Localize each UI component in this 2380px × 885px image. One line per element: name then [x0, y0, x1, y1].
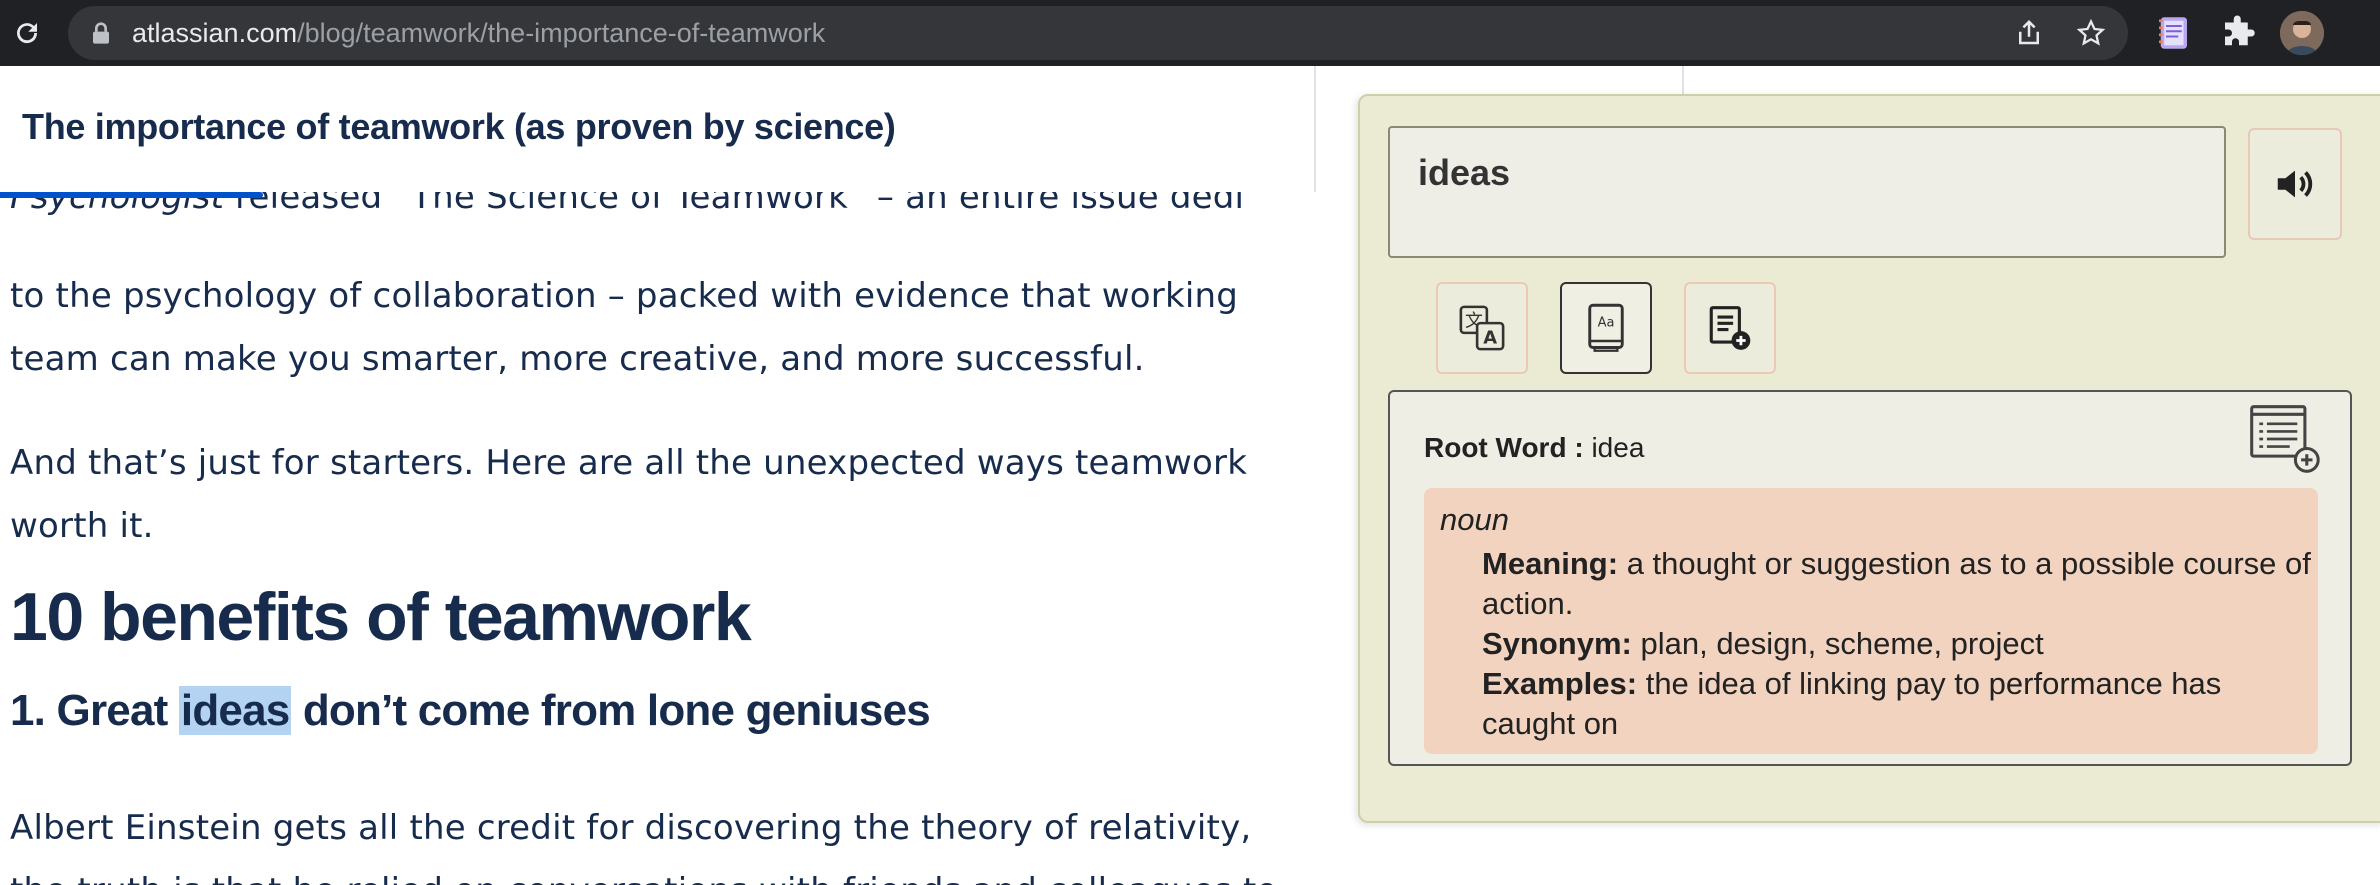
pronounce-button[interactable]	[2248, 128, 2342, 240]
synonym-row: Synonym: plan, design, scheme, project	[1482, 624, 2312, 664]
reload-button[interactable]	[6, 12, 48, 54]
paragraph-line: team can make you smarter, more creative…	[10, 339, 1145, 379]
dictionary-popup: ideas 文 A Aa Root Word: idea noun Meani…	[1358, 94, 2380, 823]
subheading-text: don’t come from lone geniuses	[291, 686, 931, 735]
root-word-label: Root Word :	[1424, 432, 1584, 463]
share-icon[interactable]	[2014, 18, 2044, 48]
url-path: /blog/teamwork/the-importance-of-teamwor…	[297, 18, 826, 48]
extension-notebook-icon[interactable]	[2152, 12, 2194, 54]
lock-icon	[93, 22, 109, 44]
address-bar[interactable]: atlassian.com/blog/teamwork/the-importan…	[68, 6, 2128, 60]
avatar-icon	[2280, 11, 2324, 55]
selected-word[interactable]: ideas	[178, 686, 292, 735]
svg-text:Aa: Aa	[1598, 315, 1615, 330]
meaning-row: Meaning: a thought or suggestion as to a…	[1482, 544, 2312, 624]
lookup-word: ideas	[1418, 152, 1511, 193]
definition-panel: Root Word : idea noun Meaning: a thought…	[1388, 390, 2352, 766]
speaker-icon	[2277, 170, 2313, 198]
url-host: atlassian.com	[132, 18, 298, 48]
save-word-button[interactable]	[2246, 402, 2322, 476]
section-heading: 10 benefits of teamwork	[10, 579, 752, 655]
browser-toolbar: atlassian.com/blog/teamwork/the-importan…	[0, 0, 2380, 66]
root-word-row: Root Word : idea	[1424, 432, 1644, 464]
sense-card: noun Meaning: a thought or suggestion as…	[1424, 488, 2318, 754]
meaning-label: Meaning:	[1482, 546, 1619, 581]
translate-icon: 文 A	[1459, 305, 1505, 351]
paragraph-line: And that’s just for starters. Here are a…	[10, 443, 1248, 483]
synonym-label: Synonym:	[1482, 626, 1632, 661]
add-to-list-button[interactable]	[1684, 282, 1776, 374]
part-of-speech: noun	[1440, 502, 1509, 537]
save-list-icon	[2250, 405, 2320, 473]
url-text[interactable]: atlassian.com/blog/teamwork/the-importan…	[132, 6, 825, 60]
paragraph-line: Albert Einstein gets all the credit for …	[10, 808, 1252, 848]
dictionary-button[interactable]: Aa	[1560, 282, 1652, 374]
reading-progress-fill	[0, 192, 263, 198]
sticky-article-header: The importance of teamwork (as proven by…	[0, 66, 1316, 192]
svg-text:A: A	[1483, 327, 1497, 348]
puzzle-extensions-icon[interactable]	[2218, 12, 2260, 54]
bookmark-star-icon[interactable]	[2076, 18, 2106, 48]
dictionary-book-icon: Aa	[1588, 303, 1624, 352]
profile-avatar[interactable]	[2280, 11, 2324, 55]
reading-progress-bar	[0, 192, 1314, 198]
paragraph-line: worth it.	[10, 506, 154, 546]
lookup-word-field[interactable]: ideas	[1388, 126, 2226, 258]
examples-label: Examples:	[1482, 666, 1638, 701]
subheading: 1. Great ideas don’t come from lone geni…	[10, 686, 931, 736]
sticky-title: The importance of teamwork (as proven by…	[22, 106, 896, 147]
reload-icon	[17, 23, 38, 44]
sense-details: Meaning: a thought or suggestion as to a…	[1482, 544, 2312, 744]
synonym-text: plan, design, scheme, project	[1640, 626, 2044, 661]
paragraph-line: the truth is that he relied on conversat…	[10, 860, 1390, 885]
translate-button[interactable]: 文 A	[1436, 282, 1528, 374]
paragraph-line: to the psychology of collaboration – pac…	[10, 276, 1239, 316]
root-word: idea	[1591, 432, 1645, 463]
subheading-text: 1. Great	[10, 686, 179, 735]
add-list-icon	[1709, 306, 1751, 350]
examples-row: Examples: the idea of linking pay to per…	[1482, 664, 2312, 744]
